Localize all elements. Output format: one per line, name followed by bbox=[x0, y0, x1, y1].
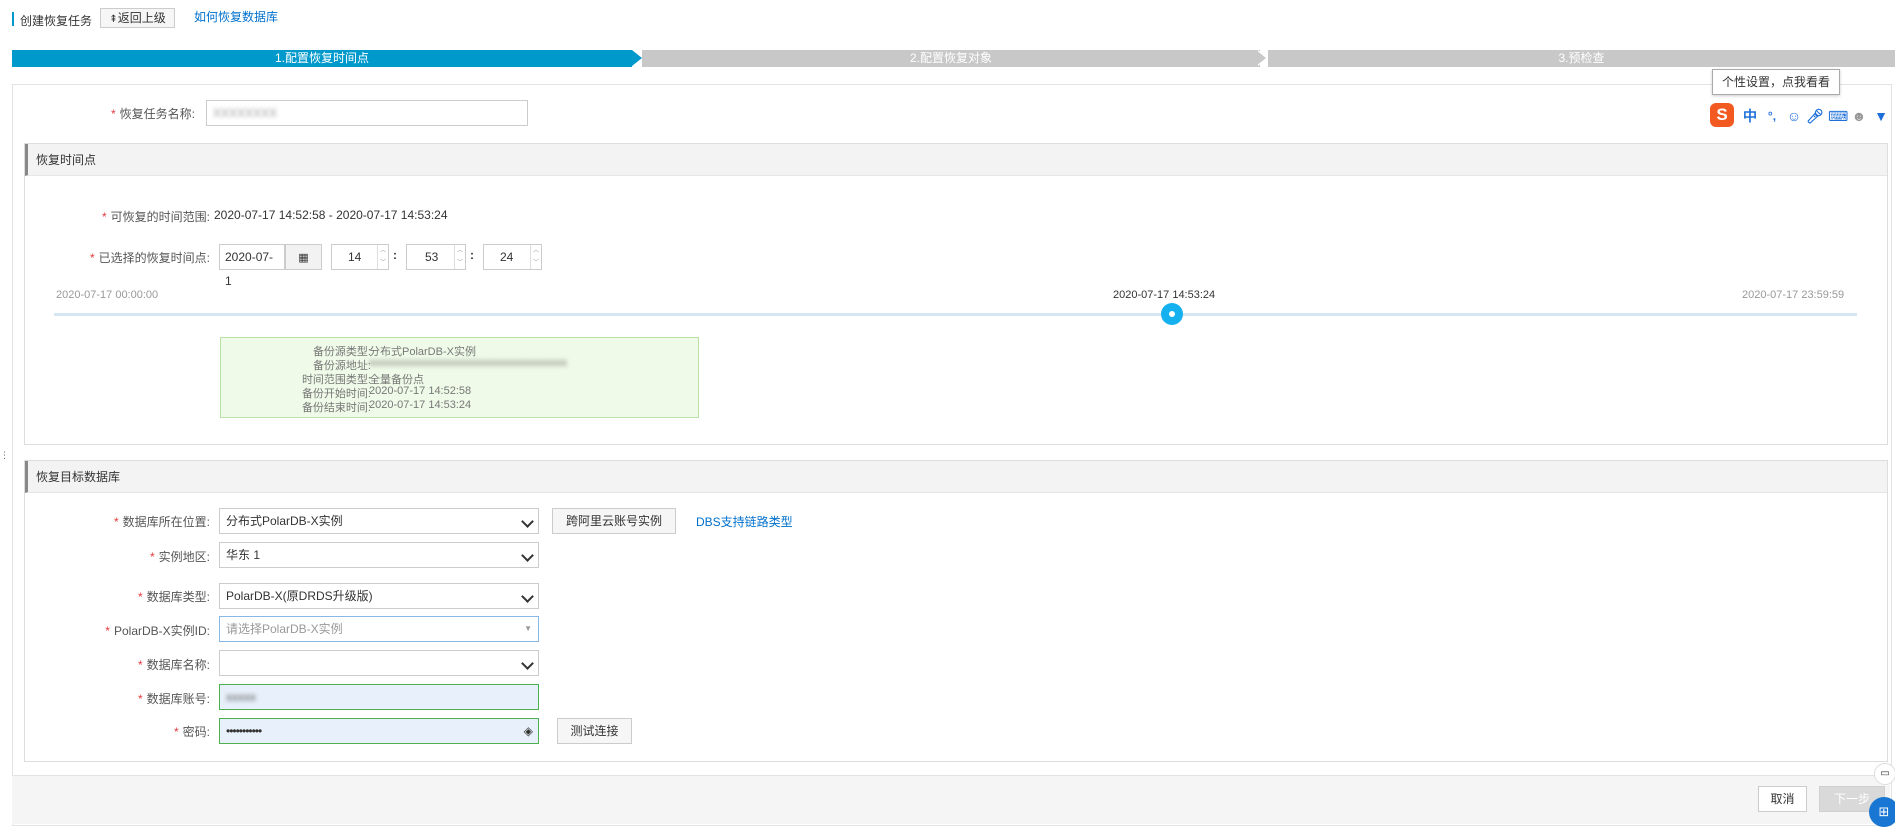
info-value-start-time: 2020-07-17 14:52:58 bbox=[369, 385, 472, 397]
calendar-button[interactable]: ▦ bbox=[285, 244, 322, 270]
feedback-icon[interactable]: ▭ bbox=[1874, 763, 1895, 785]
ime-keyboard-icon[interactable]: ⌨ bbox=[1828, 107, 1848, 125]
chevron-down-icon bbox=[521, 549, 534, 562]
dbname-select[interactable] bbox=[219, 650, 539, 676]
caret-down-icon: ▼ bbox=[524, 624, 532, 633]
cross-account-button[interactable]: 跨阿里云账号实例 bbox=[552, 508, 676, 534]
time-section-title: 恢复时间点 bbox=[25, 144, 1887, 176]
slider-current-label: 2020-07-17 14:53:24 bbox=[1113, 289, 1216, 301]
cancel-button[interactable]: 取消 bbox=[1758, 786, 1807, 812]
info-value-source-address: xxxxxxxxxxxxxxxxxxxxxxxxxxxxxxxxxxxx bbox=[369, 357, 567, 369]
ime-tooltip: 个性设置，点我看看 bbox=[1712, 69, 1840, 95]
step-3: 3.预检查 bbox=[1268, 50, 1895, 67]
info-label-end-time: 备份结束时间: bbox=[301, 402, 371, 414]
time-slider-handle[interactable] bbox=[1160, 303, 1183, 325]
dbtype-select[interactable]: PolarDB-X(原DRDS升级版) bbox=[219, 583, 539, 609]
date-input[interactable]: 2020-07-1 bbox=[219, 244, 285, 288]
instance-label: * PolarDB-X实例ID: bbox=[105, 624, 210, 638]
account-label: * 数据库账号: bbox=[137, 692, 210, 706]
ime-microphone-icon[interactable]: 🎤︎ bbox=[1806, 107, 1824, 125]
slider-handle-dot bbox=[1168, 311, 1175, 317]
step-2: 2.配置恢复对象 bbox=[642, 50, 1260, 67]
account-input[interactable]: xxxxx bbox=[219, 684, 539, 710]
password-input[interactable]: ••••••••••• ◈ bbox=[219, 718, 539, 744]
region-label: * 实例地区: bbox=[149, 550, 210, 564]
side-collapse-handle[interactable]: ⋮ bbox=[0, 451, 9, 470]
ime-user-icon[interactable]: ☻ bbox=[1850, 107, 1868, 125]
location-label: * 数据库所在位置: bbox=[113, 515, 210, 529]
time-slider-track[interactable] bbox=[54, 313, 1857, 316]
footer-bar bbox=[12, 775, 1890, 824]
chevron-down-icon bbox=[521, 657, 534, 670]
help-link[interactable]: 如何恢复数据库 bbox=[194, 8, 278, 25]
title-marker bbox=[12, 12, 14, 26]
apps-icon[interactable]: ⊞ bbox=[1869, 797, 1895, 827]
target-section-title: 恢复目标数据库 bbox=[25, 461, 1887, 493]
chevron-down-icon bbox=[521, 590, 534, 603]
info-value-end-time: 2020-07-17 14:53:24 bbox=[369, 399, 472, 411]
colon-2: : bbox=[470, 248, 474, 262]
eye-toggle-icon[interactable]: ◈ bbox=[524, 719, 533, 743]
dbname-label: * 数据库名称: bbox=[137, 658, 210, 672]
page-title: 创建恢复任务 bbox=[20, 14, 93, 28]
step-1: 1.配置恢复时间点 bbox=[12, 50, 632, 67]
dbs-link[interactable]: DBS支持链路类型 bbox=[696, 513, 793, 530]
target-section: 恢复目标数据库 bbox=[24, 460, 1888, 762]
ime-emoji-icon[interactable]: ☺ bbox=[1785, 107, 1803, 125]
task-name-label: * 恢复任务名称: bbox=[110, 107, 195, 121]
selected-time-label: * 已选择的恢复时间点: bbox=[89, 251, 210, 265]
slider-start-label: 2020-07-17 00:00:00 bbox=[56, 289, 159, 301]
hour-stepper[interactable]: 14 ︿ ﹀ bbox=[331, 244, 389, 270]
instance-select[interactable]: 请选择PolarDB-X实例 ▼ bbox=[219, 616, 539, 642]
ime-chinese-icon[interactable]: 中 bbox=[1741, 107, 1759, 125]
step-2-arrow-inner bbox=[1256, 50, 1266, 66]
slider-end-label: 2020-07-17 23:59:59 bbox=[1742, 289, 1845, 301]
location-select[interactable]: 分布式PolarDB-X实例 bbox=[219, 508, 539, 534]
ime-logo-icon[interactable]: S bbox=[1710, 103, 1734, 127]
backup-info-box: 备份源类型: 分布式PolarDB-X实例 备份源地址: xxxxxxxxxxx… bbox=[220, 337, 699, 418]
range-value: 2020-07-17 14:52:58 - 2020-07-17 14:53:2… bbox=[214, 208, 448, 222]
calendar-icon: ▦ bbox=[298, 252, 309, 264]
step-1-arrow bbox=[632, 50, 642, 66]
second-spin-icon[interactable]: ︿ ﹀ bbox=[530, 245, 541, 269]
colon-1: : bbox=[393, 248, 397, 262]
hour-spin-icon[interactable]: ︿ ﹀ bbox=[377, 245, 388, 269]
dbtype-label: * 数据库类型: bbox=[137, 590, 210, 604]
minute-spin-icon[interactable]: ︿ ﹀ bbox=[454, 245, 465, 269]
region-select[interactable]: 华东 1 bbox=[219, 542, 539, 568]
chevron-down-icon bbox=[521, 515, 534, 528]
back-icon: ⇞ bbox=[109, 14, 118, 25]
minute-stepper[interactable]: 53 ︿ ﹀ bbox=[406, 244, 466, 270]
second-stepper[interactable]: 24 ︿ ﹀ bbox=[483, 244, 542, 270]
ime-punctuation-icon[interactable]: °, bbox=[1763, 107, 1781, 125]
task-name-input[interactable]: XXXXXXXX bbox=[206, 100, 528, 126]
range-label: * 可恢复的时间范围: bbox=[101, 210, 210, 224]
test-connection-button[interactable]: 测试连接 bbox=[557, 718, 632, 744]
password-label: * 密码: bbox=[173, 725, 210, 739]
ime-skin-icon[interactable]: ▼ bbox=[1872, 107, 1890, 125]
back-button[interactable]: ⇞返回上级 bbox=[100, 8, 175, 28]
